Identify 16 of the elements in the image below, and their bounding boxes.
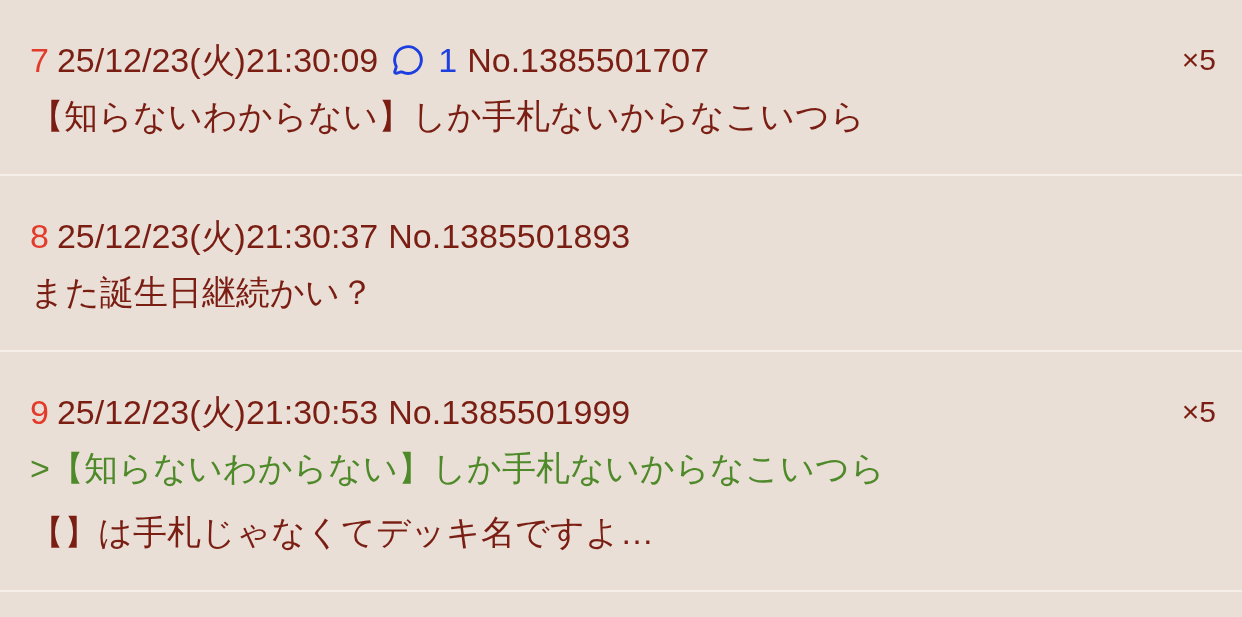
post-datetime: 25/12/23(火)21:30:53 xyxy=(56,392,379,433)
post-id[interactable]: No.1385501999 xyxy=(388,388,631,436)
like-count[interactable]: ×5 xyxy=(1181,36,1216,84)
like-count[interactable]: ×5 xyxy=(1181,388,1216,436)
post-id[interactable]: No.1385501893 xyxy=(388,212,631,260)
post-datetime: 25/12/23(火)21:30:37 xyxy=(56,216,379,257)
post-number: 7 xyxy=(30,40,49,81)
post-number: 8 xyxy=(30,216,49,257)
post-text: 【】は手札じゃなくてデッキ名ですよ… xyxy=(30,512,655,553)
post-number: 9 xyxy=(30,392,49,433)
post-text: また誕生日継続かい？ xyxy=(30,272,375,313)
reply-count[interactable]: 1 xyxy=(438,36,458,84)
quoted-text: >【知らないわからない】しか手札ないからなこいつら xyxy=(30,448,886,489)
post-id[interactable]: No.1385501707 xyxy=(467,36,710,84)
post-text: 【知らないわからない】しか手札ないからなこいつら xyxy=(30,96,866,137)
post-datetime: 25/12/23(火)21:30:09 xyxy=(56,40,379,81)
